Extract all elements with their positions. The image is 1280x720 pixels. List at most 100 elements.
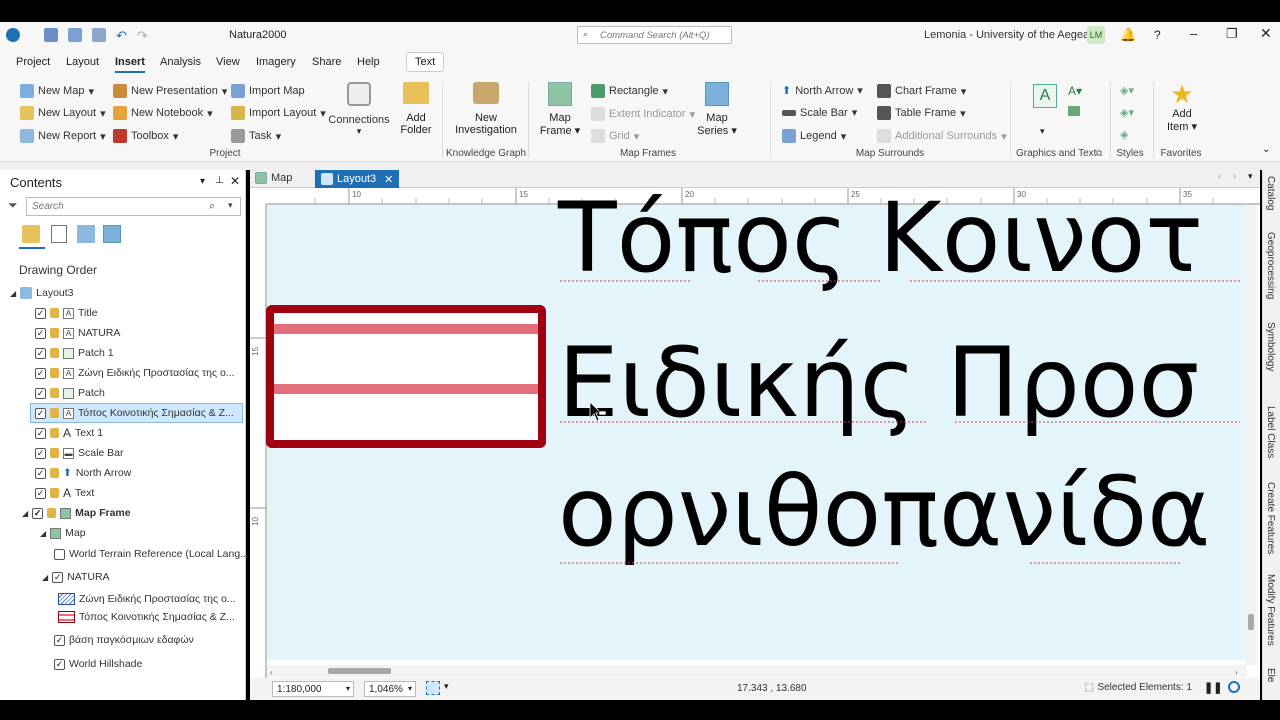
tab-project[interactable]: Project	[16, 56, 50, 68]
collapse-ribbon-icon[interactable]: ⌄	[1262, 144, 1270, 155]
tree-item-text-1[interactable]: ✓ A Text 1	[35, 424, 103, 442]
new-layout-button[interactable]: New Layout ▾	[20, 106, 106, 120]
pin-icon[interactable]: ⊥	[215, 175, 224, 186]
command-search-input[interactable]: ⌕ Command Search (Alt+Q)	[577, 26, 732, 44]
tab-help[interactable]: Help	[357, 56, 380, 68]
new-report-button[interactable]: New Report ▾	[20, 129, 106, 143]
close-pane-icon[interactable]: ✕	[230, 174, 240, 188]
tree-item-basemap-soils[interactable]: ✓ βάση παγκόσμιων εδαφών	[54, 631, 194, 649]
fixed-zoom-dropdown-icon[interactable]: ▾	[444, 681, 449, 692]
pane-options-icon[interactable]: ▾	[200, 176, 205, 187]
list-by-drawing-order-icon[interactable]	[22, 225, 40, 243]
tab-scroll-left-icon[interactable]: ‹	[1218, 171, 1221, 182]
tab-map-view[interactable]: Map	[255, 172, 292, 184]
task-button[interactable]: Task ▾	[231, 129, 281, 143]
notification-icon[interactable]: 🔔	[1120, 27, 1136, 43]
tab-view[interactable]: View	[216, 56, 240, 68]
scale-bar-button[interactable]: Scale Bar ▾	[782, 106, 857, 119]
list-by-selection-icon[interactable]	[103, 225, 121, 243]
save-icon[interactable]	[92, 28, 106, 42]
graphics-gallery-chevron-icon[interactable]: ▾	[1040, 126, 1045, 137]
fixed-zoom-icon[interactable]	[426, 681, 440, 695]
import-layout-button[interactable]: Import Layout ▾	[231, 106, 326, 120]
table-frame-button[interactable]: Table Frame ▾	[877, 106, 966, 120]
additional-surrounds-button[interactable]: Additional Surrounds ▾	[877, 129, 1007, 143]
tab-scroll-right-icon[interactable]: ›	[1233, 171, 1236, 182]
tab-insert[interactable]: Insert	[115, 56, 145, 73]
tree-item-world-hillshade[interactable]: ✓ World Hillshade	[54, 655, 142, 673]
new-map-button[interactable]: New Map ▾	[20, 84, 94, 98]
tree-item-patch-1[interactable]: ✓ Patch 1	[35, 344, 114, 362]
style-icon-1[interactable]: ◈▾	[1120, 84, 1134, 97]
dock-tab-geoprocessing[interactable]: Geoprocessing	[1265, 232, 1276, 299]
tab-list-icon[interactable]: ▾	[1248, 171, 1253, 182]
help-button[interactable]: ?	[1154, 28, 1161, 42]
new-notebook-button[interactable]: New Notebook ▾	[113, 106, 213, 120]
dock-tab-modify-features[interactable]: Modify Features	[1265, 574, 1276, 646]
toolbox-button[interactable]: Toolbox ▾	[113, 129, 178, 143]
legend-button[interactable]: Legend ▾	[782, 129, 846, 143]
tree-item-natura-text[interactable]: ✓ A NATURA	[35, 324, 120, 342]
undo-icon[interactable]: ↶	[116, 28, 127, 44]
tab-analysis[interactable]: Analysis	[160, 56, 201, 68]
tree-item-map[interactable]: ◢ Map	[40, 524, 86, 542]
zoom-selector[interactable]: 1,046% ▾	[364, 681, 416, 697]
tree-item-patch[interactable]: ✓ Patch	[35, 384, 105, 402]
tree-item-world-terrain[interactable]: World Terrain Reference (Local Lang...	[54, 545, 249, 563]
text-graphic-icon[interactable]: A	[1033, 84, 1057, 108]
dock-tab-label-class[interactable]: Label Class	[1265, 406, 1276, 458]
tree-item-natura-layer[interactable]: ◢ ✓ NATURA	[42, 568, 110, 586]
tree-item-title[interactable]: ✓ A Title	[35, 304, 97, 322]
redo-icon[interactable]: ↷	[137, 28, 148, 44]
filter-icon[interactable]: ⏷	[8, 198, 18, 213]
map-series-button[interactable]: Map Series ▾	[697, 82, 737, 137]
close-icon[interactable]: ✕	[1260, 25, 1272, 42]
extent-indicator-button[interactable]: Extent Indicator ▾	[591, 107, 695, 121]
tab-layout3-view[interactable]: Layout3 ✕	[315, 170, 400, 188]
dock-tab-catalog[interactable]: Catalog	[1265, 176, 1276, 210]
list-by-type-icon[interactable]	[77, 225, 95, 243]
tree-item-layout3[interactable]: ◢ Layout3	[10, 284, 74, 302]
layout-canvas[interactable]: 10 15 20 25 30 35 15 10 Τόπος Κοινοτ Ειδ…	[250, 188, 1260, 678]
user-avatar[interactable]: LM	[1087, 26, 1105, 44]
tree-item-map-frame[interactable]: ◢ ✓ Map Frame	[22, 504, 131, 522]
grid-button[interactable]: Grid ▾	[591, 129, 639, 143]
tree-item-north-arrow[interactable]: ✓ ⬆ North Arrow	[35, 464, 131, 482]
maximize-icon[interactable]: ❐	[1226, 26, 1238, 42]
add-item-button[interactable]: ★ Add Item ▾	[1162, 80, 1202, 133]
scale-selector[interactable]: 1:180,000 ▾	[272, 681, 354, 697]
rectangle-button[interactable]: Rectangle ▾	[591, 84, 668, 98]
add-folder-button[interactable]: Add Folder	[396, 82, 436, 136]
tab-share[interactable]: Share	[312, 56, 341, 68]
picture-icon[interactable]	[1068, 106, 1080, 116]
new-project-icon[interactable]	[44, 28, 58, 42]
north-arrow-button[interactable]: ⬆ North Arrow ▾	[782, 84, 863, 98]
dock-tab-create-features[interactable]: Create Features	[1265, 482, 1276, 554]
dock-tab-ele[interactable]: Ele	[1265, 668, 1276, 682]
tab-text[interactable]: Text	[406, 52, 445, 72]
style-icon-2[interactable]: ◈▾	[1120, 106, 1134, 119]
text-style-icon[interactable]: A▾	[1068, 84, 1082, 98]
tab-layout[interactable]: Layout	[66, 56, 99, 68]
contents-search-input[interactable]: Search ⌕ ▾	[26, 197, 241, 216]
minimize-icon[interactable]: –	[1190, 26, 1197, 41]
import-map-button[interactable]: Import Map	[231, 84, 305, 98]
style-icon-3[interactable]: ◈	[1120, 128, 1128, 141]
dialog-launcher-icon[interactable]: ⧉	[1096, 148, 1102, 159]
dock-tab-symbology[interactable]: Symbology	[1265, 322, 1276, 371]
tree-item-site-text[interactable]: ✓ A Τόπος Κοινοτικής Σημασίας & Ζ...	[35, 404, 234, 422]
new-presentation-button[interactable]: New Presentation ▾	[113, 84, 227, 98]
tree-item-text[interactable]: ✓ A Text	[35, 484, 94, 502]
map-frame-button[interactable]: Map Frame ▾	[538, 82, 582, 137]
open-project-icon[interactable]	[68, 28, 82, 42]
refresh-icon[interactable]	[1228, 681, 1240, 693]
tree-item-zone-text[interactable]: ✓ A Ζώνη Ειδικής Προστασίας της ο...	[35, 364, 235, 382]
tab-imagery[interactable]: Imagery	[256, 56, 296, 68]
new-investigation-button[interactable]: New Investigation	[452, 82, 520, 136]
tree-item-scale-bar[interactable]: ✓ ▬ Scale Bar	[35, 444, 124, 462]
layout-view[interactable]: 10 15 20 25 30 35 15 10 Τόπος Κοινοτ Ειδ…	[250, 188, 1260, 678]
list-by-hierarchy-icon[interactable]	[51, 225, 67, 243]
pause-drawing-icon[interactable]: ❚❚	[1204, 681, 1222, 694]
chart-frame-button[interactable]: Chart Frame ▾	[877, 84, 966, 98]
connections-button[interactable]: Connections ▾	[328, 82, 390, 137]
